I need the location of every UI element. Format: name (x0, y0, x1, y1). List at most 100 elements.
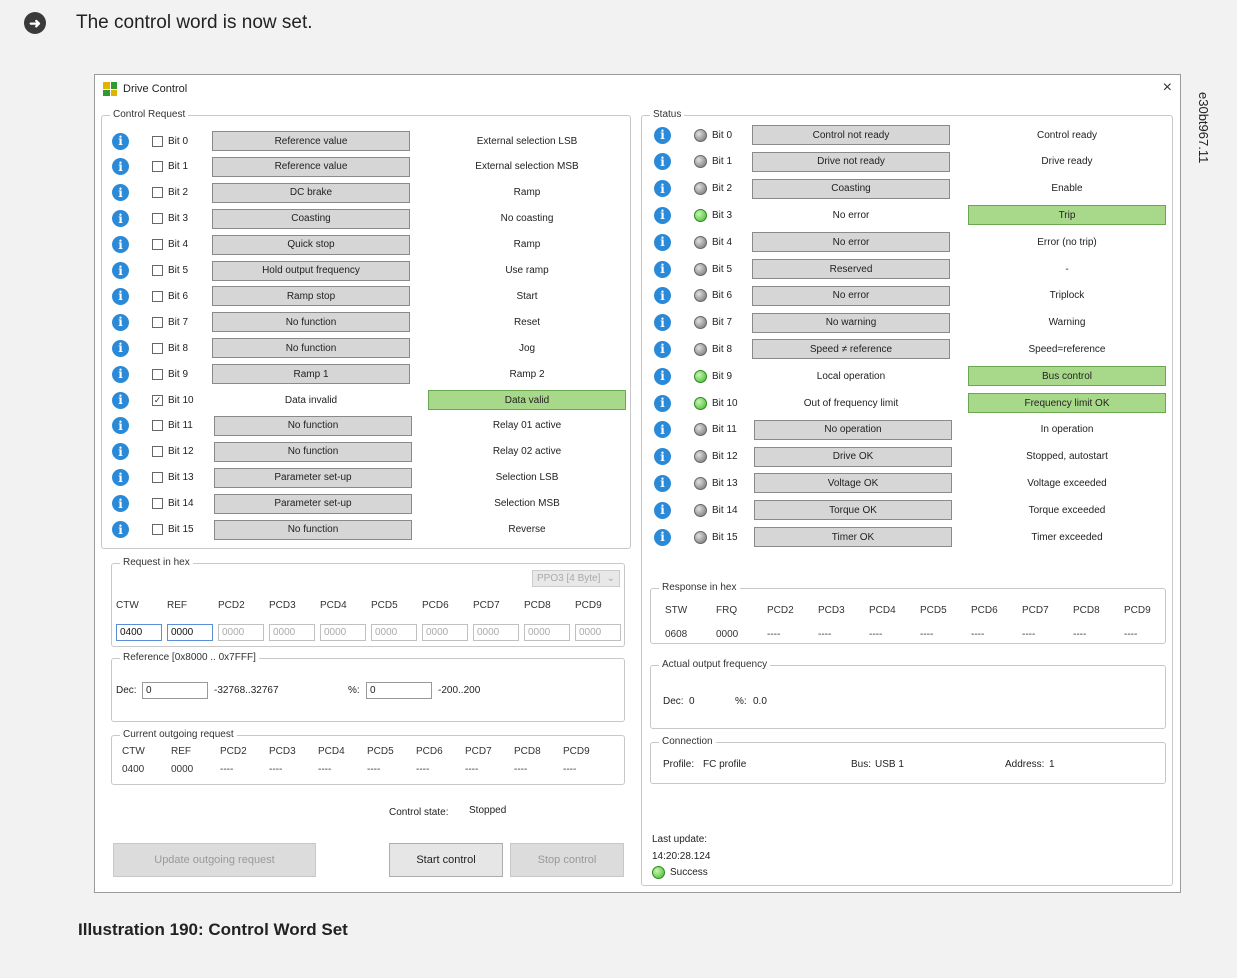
info-icon[interactable]: i (654, 153, 671, 171)
hex-value-input[interactable]: 0000 (371, 624, 417, 641)
bit-left-option[interactable]: Quick stop (212, 234, 410, 255)
bit-right-option[interactable]: Reverse (428, 520, 626, 540)
bit-checkbox[interactable] (152, 446, 163, 458)
info-icon[interactable]: i (112, 443, 129, 461)
info-icon[interactable]: i (654, 126, 671, 144)
bit-right-option[interactable]: Relay 01 active (428, 416, 626, 436)
bit-checkbox[interactable]: ✓ (152, 394, 163, 406)
bit-left-option[interactable]: Reference value (212, 156, 410, 177)
info-icon[interactable]: i (654, 287, 671, 305)
hex-value-input[interactable]: 0000 (167, 624, 213, 641)
info-icon[interactable]: i (112, 495, 129, 513)
update-outgoing-request-button[interactable]: Update outgoing request (113, 843, 316, 877)
bit-right-option[interactable]: Selection LSB (428, 468, 626, 488)
info-icon[interactable]: i (112, 262, 129, 279)
stop-control-button[interactable]: Stop control (510, 843, 624, 877)
info-icon[interactable]: i (654, 180, 671, 198)
bit-right-option[interactable]: No coasting (428, 209, 626, 229)
info-icon[interactable]: i (654, 528, 671, 546)
info-icon[interactable]: i (654, 501, 671, 519)
outgoing-column-header: PCD4 (318, 746, 345, 757)
info-icon[interactable]: i (112, 158, 129, 176)
bit-right-option[interactable]: Start (428, 286, 626, 306)
hex-value-input[interactable]: 0000 (422, 624, 468, 641)
info-icon[interactable]: i (654, 260, 671, 278)
bit-right-option[interactable]: Jog (428, 338, 626, 358)
hex-value-input[interactable]: 0000 (269, 624, 315, 641)
bit-left-option[interactable]: Parameter set-up (214, 467, 412, 488)
bit-checkbox[interactable] (152, 316, 163, 328)
bit-right-option[interactable]: Ramp (428, 183, 626, 203)
info-icon[interactable]: i (654, 314, 671, 332)
info-icon[interactable]: i (112, 132, 129, 150)
info-icon[interactable]: i (112, 184, 129, 202)
info-icon[interactable]: i (112, 236, 129, 254)
hex-value-input[interactable]: 0000 (473, 624, 519, 641)
info-icon[interactable]: i (112, 313, 129, 331)
info-icon[interactable]: i (654, 394, 671, 412)
bit-left-option[interactable]: No function (212, 312, 410, 333)
info-icon[interactable]: i (112, 287, 129, 305)
hex-value-input[interactable]: 0400 (116, 624, 162, 641)
bit-right-option[interactable]: Ramp 2 (428, 364, 626, 384)
percent-input[interactable]: 0 (366, 682, 432, 699)
bit-checkbox[interactable] (152, 472, 163, 484)
bit-left-option[interactable]: Hold output frequency (212, 260, 410, 281)
info-icon[interactable]: i (112, 391, 129, 409)
bit-left-option[interactable]: No function (214, 519, 412, 540)
bit-right-option[interactable]: Ramp (428, 235, 626, 255)
outgoing-value: ---- (367, 764, 381, 775)
hex-value-input[interactable]: 0000 (218, 624, 264, 641)
bit-checkbox[interactable] (152, 213, 163, 225)
bit-right-option[interactable]: Selection MSB (428, 494, 626, 514)
bit-checkbox[interactable] (152, 161, 163, 173)
bit-checkbox[interactable] (152, 135, 163, 147)
response-value: ---- (920, 629, 934, 640)
bit-left-option[interactable]: Parameter set-up (214, 493, 412, 514)
bit-right-option[interactable]: Use ramp (428, 261, 626, 281)
bit-left-option[interactable]: No function (214, 415, 412, 436)
close-icon[interactable]: × (1163, 79, 1172, 97)
info-icon[interactable]: i (112, 210, 129, 228)
bit-checkbox[interactable] (152, 524, 163, 535)
hex-value-input[interactable]: 0000 (320, 624, 366, 641)
bit-checkbox[interactable] (152, 368, 163, 380)
bit-checkbox[interactable] (152, 290, 163, 302)
bit-left-option[interactable]: Ramp 1 (212, 364, 410, 385)
bit-checkbox[interactable] (152, 498, 163, 510)
info-icon[interactable]: i (112, 469, 129, 487)
info-icon[interactable]: i (112, 365, 129, 383)
info-icon[interactable]: i (654, 448, 671, 466)
bit-left-option[interactable]: Data invalid (212, 390, 410, 410)
info-icon[interactable]: i (654, 206, 671, 224)
bit-left-option[interactable]: No function (212, 338, 410, 359)
hex-value-input[interactable]: 0000 (575, 624, 621, 641)
bit-right-option[interactable]: Data valid (428, 390, 626, 410)
info-icon[interactable]: i (112, 339, 129, 357)
bit-left-option[interactable]: Coasting (212, 208, 410, 229)
bit-left-option[interactable]: DC brake (212, 182, 410, 203)
info-icon[interactable]: i (654, 233, 671, 251)
bit-checkbox[interactable] (152, 239, 163, 251)
info-icon[interactable]: i (112, 521, 129, 538)
bit-checkbox[interactable] (152, 342, 163, 354)
bit-left-option[interactable]: No function (214, 441, 412, 462)
dec-input[interactable]: 0 (142, 682, 208, 699)
info-icon[interactable]: i (654, 367, 671, 385)
bit-checkbox[interactable] (152, 265, 163, 276)
bit-left-option[interactable]: Reference value (212, 131, 410, 151)
info-icon[interactable]: i (112, 417, 129, 435)
hex-value-input[interactable]: 0000 (524, 624, 570, 641)
info-icon[interactable]: i (654, 474, 671, 492)
bit-right-option[interactable]: External selection MSB (428, 157, 626, 177)
bit-right-option[interactable]: Reset (428, 312, 626, 332)
bit-right-option[interactable]: External selection LSB (428, 131, 626, 151)
info-icon[interactable]: i (654, 340, 671, 358)
start-control-button[interactable]: Start control (389, 843, 503, 877)
bit-checkbox[interactable] (152, 420, 163, 432)
bit-right-option[interactable]: Relay 02 active (428, 442, 626, 462)
ppo-type-dropdown[interactable]: PPO3 [4 Byte] ⌄ (532, 570, 620, 587)
bit-left-option[interactable]: Ramp stop (212, 286, 410, 307)
info-icon[interactable]: i (654, 421, 671, 439)
bit-checkbox[interactable] (152, 187, 163, 199)
